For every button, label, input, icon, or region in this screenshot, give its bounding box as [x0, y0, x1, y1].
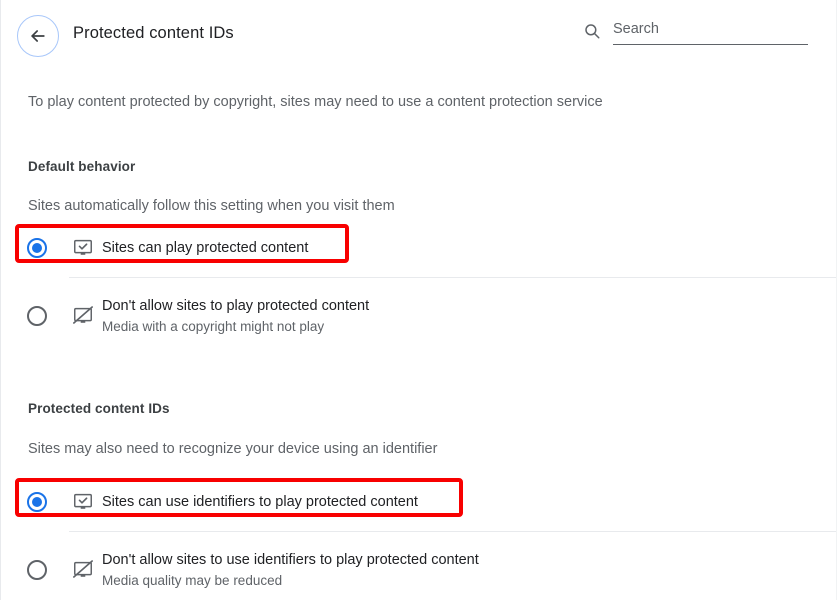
radio-description: Media with a copyright might not play [102, 319, 325, 334]
radio-label: Sites can play protected content [102, 240, 309, 256]
radio-text-group: Sites can use identifiers to play protec… [102, 492, 418, 512]
section-title-protected-content-ids: Protected content IDs [28, 401, 170, 416]
radio-text-group: Sites can play protected content [102, 238, 308, 258]
monitor-off-icon [72, 305, 94, 327]
section-subtitle-default-behavior: Sites automatically follow this setting … [28, 198, 395, 214]
search-field [613, 20, 808, 45]
divider [69, 531, 836, 532]
radio-description: Media quality may be reduced [102, 573, 283, 588]
back-button[interactable] [17, 15, 59, 57]
radio-row-sites-can-play-protected-content[interactable]: Sites can play protected content [1, 220, 836, 276]
monitor-check-icon [72, 491, 94, 513]
page-header: Protected content IDs [1, 0, 836, 72]
section-subtitle-protected-content-ids: Sites may also need to recognize your de… [28, 441, 438, 457]
section-title-default-behavior: Default behavior [28, 159, 136, 174]
page-title: Protected content IDs [73, 24, 234, 42]
search-box[interactable] [583, 20, 808, 54]
search-icon [583, 22, 601, 40]
intro-description: To play content protected by copyright, … [28, 94, 603, 110]
monitor-check-icon [72, 237, 94, 259]
monitor-off-icon [72, 559, 94, 581]
radio-text-group: Don't allow sites to play protected cont… [102, 296, 369, 336]
search-input[interactable] [613, 20, 808, 44]
radio-sites-can-play-protected-content[interactable] [27, 238, 47, 258]
radio-dont-allow-sites-to-play-protected-content[interactable] [27, 306, 47, 326]
arrow-left-icon [28, 26, 48, 46]
radio-row-sites-can-use-identifiers[interactable]: Sites can use identifiers to play protec… [1, 474, 836, 530]
settings-page: Protected content IDs To play content pr… [0, 0, 837, 600]
radio-row-dont-allow-sites-to-use-identifiers[interactable]: Don't allow sites to use identifiers to … [1, 542, 836, 598]
radio-sites-can-use-identifiers[interactable] [27, 492, 47, 512]
radio-dont-allow-sites-to-use-identifiers[interactable] [27, 560, 47, 580]
radio-text-group: Don't allow sites to use identifiers to … [102, 550, 479, 590]
search-underline [613, 44, 808, 45]
radio-label: Don't allow sites to play protected cont… [102, 298, 370, 314]
radio-row-dont-allow-sites-to-play-protected-content[interactable]: Don't allow sites to play protected cont… [1, 288, 836, 344]
radio-label: Sites can use identifiers to play protec… [102, 494, 418, 510]
radio-label: Don't allow sites to use identifiers to … [102, 552, 479, 568]
divider [69, 277, 836, 278]
